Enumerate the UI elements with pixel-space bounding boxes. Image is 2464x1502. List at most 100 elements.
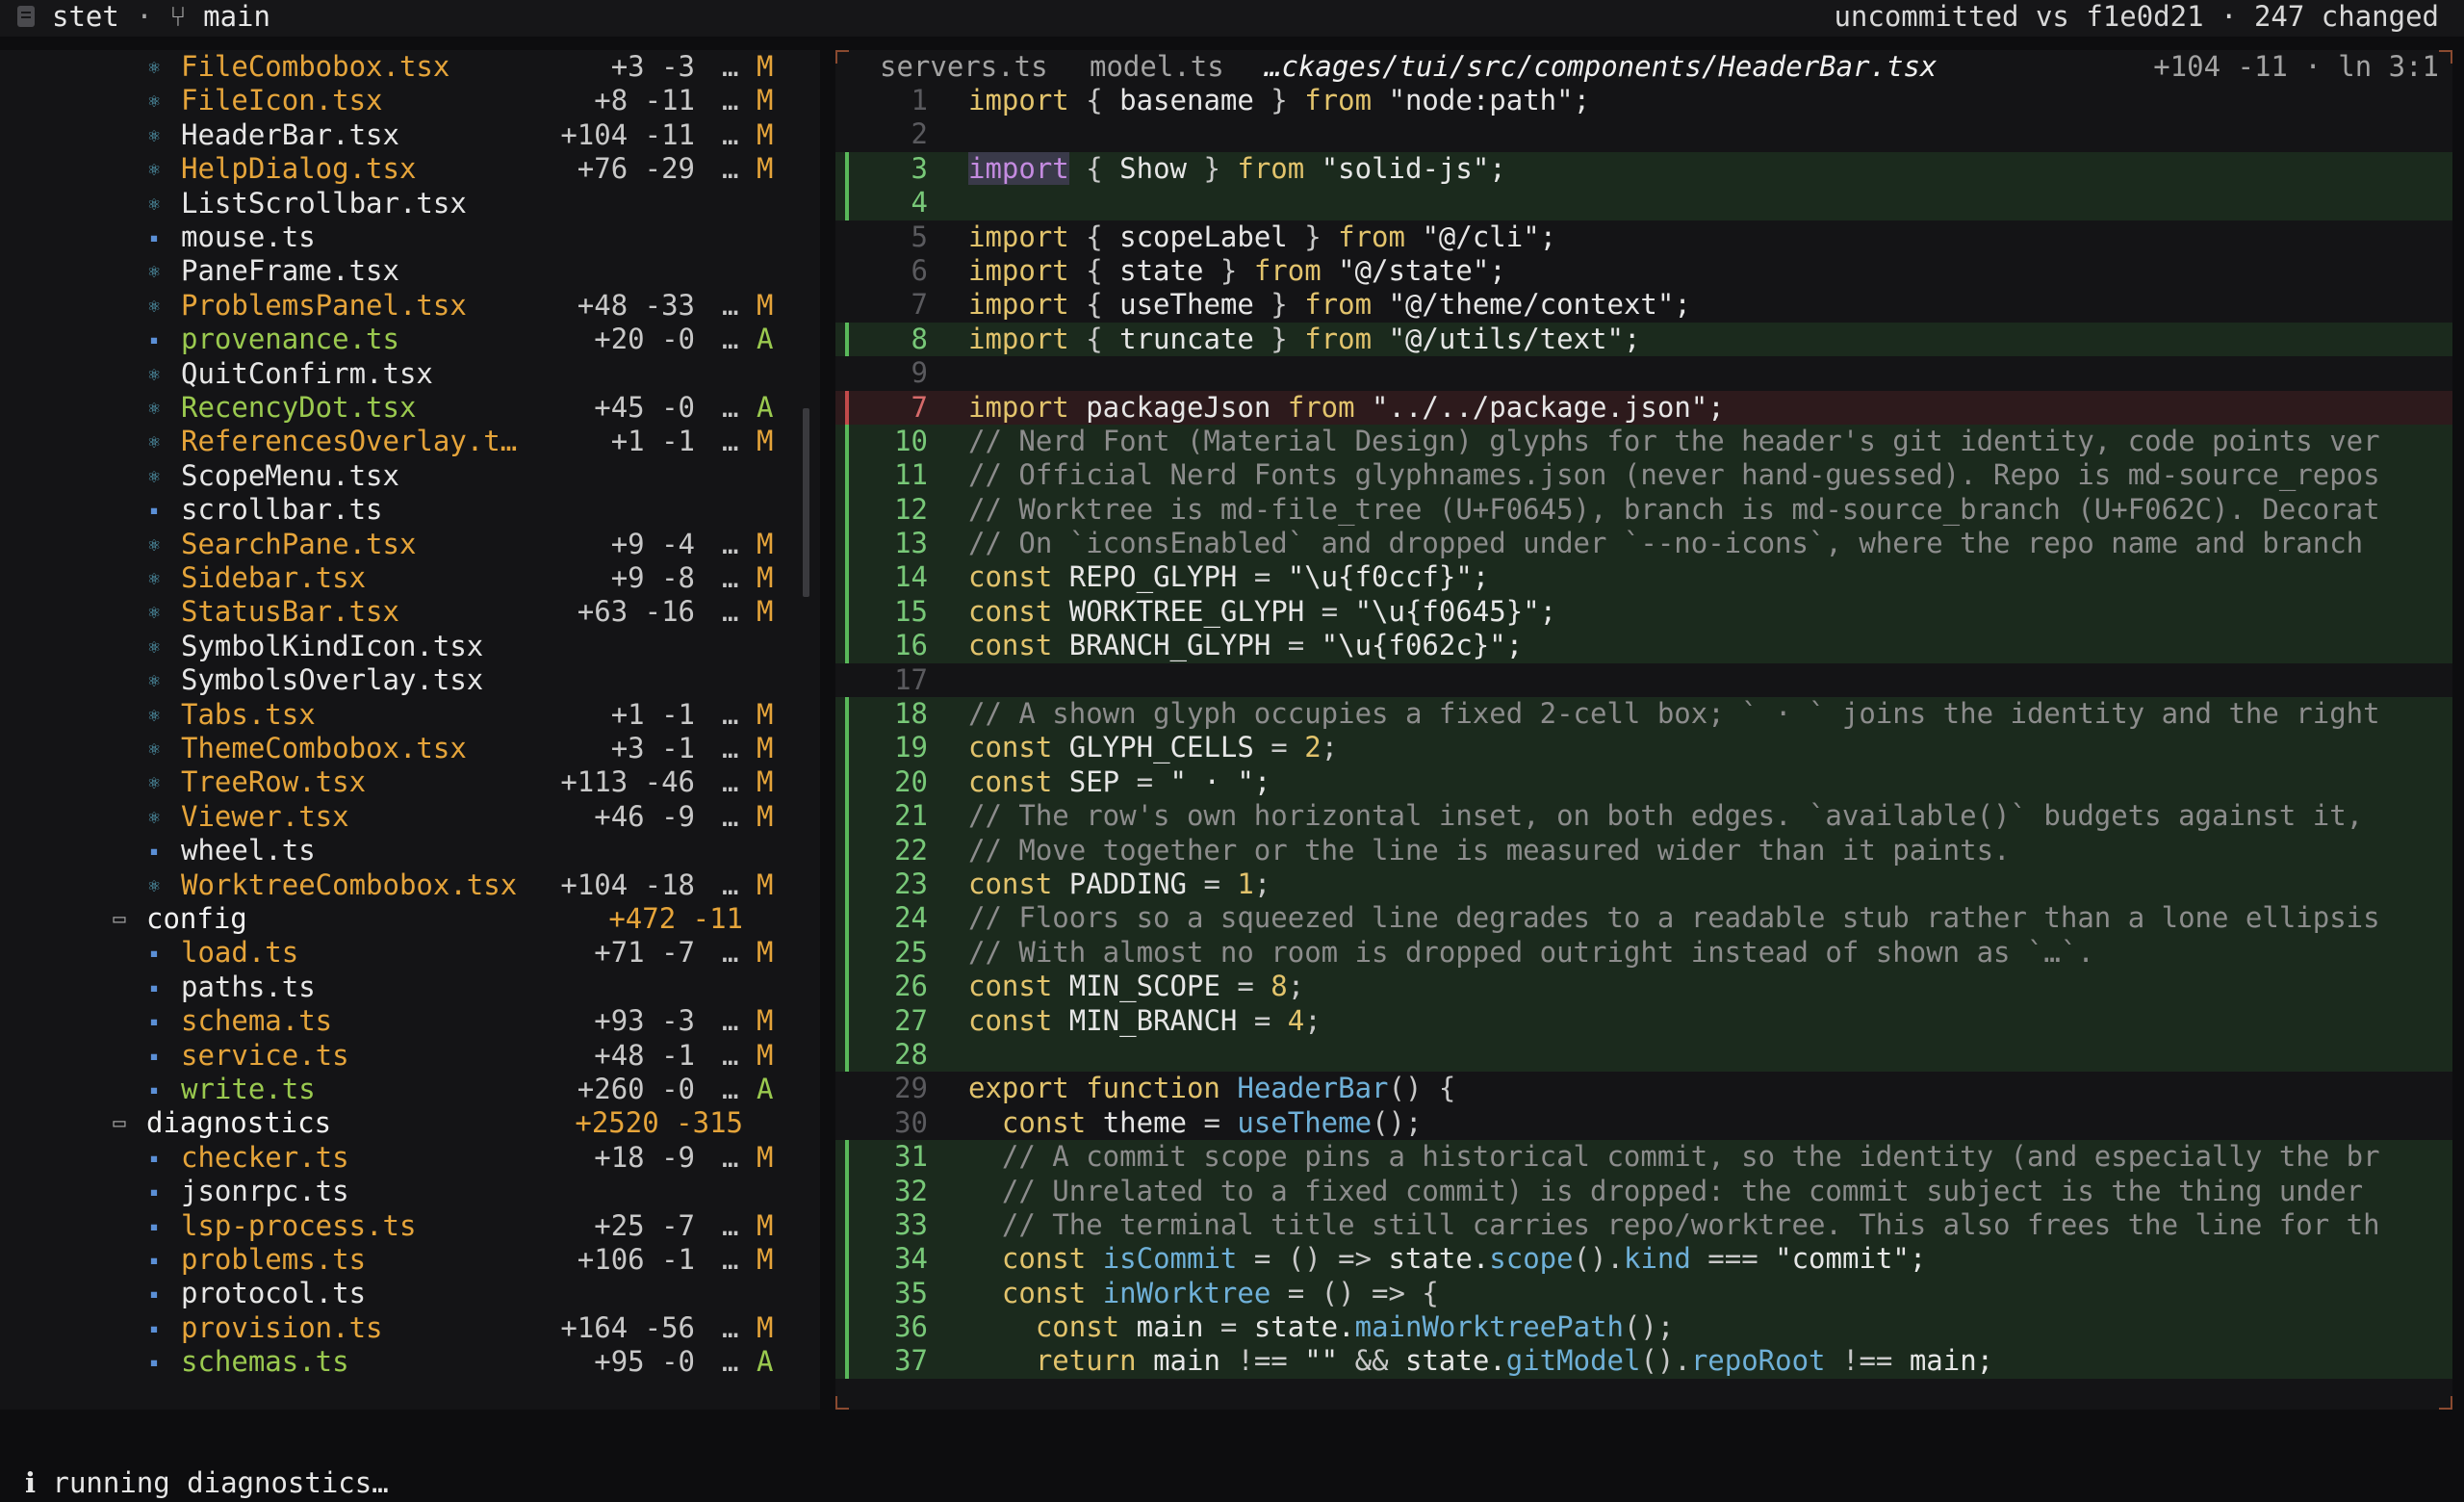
code-line: 5 import { scopeLabel } from "@/cli"; [835,220,2452,254]
app-name: stet [52,0,119,33]
change-stats: +63 -16 [577,595,695,629]
tree-file-row[interactable]: ▪ scrollbar.ts [0,493,789,527]
file-tab[interactable]: model.ts [1090,50,1224,83]
code-text: const BRANCH_GLYPH = "\u{f062c}"; [968,629,1524,662]
tree-item-label: SearchPane.tsx [181,527,417,560]
tree-file-row[interactable]: ⚛ TreeRow.tsx +113 -46 … M [0,765,789,799]
tree-file-row[interactable]: ⚛ QuitConfirm.tsx [0,357,789,391]
tree-file-row[interactable]: ▪ lsp-process.ts +25 -7 … M [0,1209,789,1243]
git-status-badge: A [757,1073,774,1105]
tree-item-label: ThemeCombobox.tsx [181,732,467,764]
tree-item-label: jsonrpc.ts [181,1175,349,1208]
tree-file-row[interactable]: ▪ paths.ts [0,971,789,1004]
code-text: const MIN_SCOPE = 8; [968,970,1305,1003]
file-tree[interactable]: ⚛ FileCombobox.tsx +3 -3 … M ⚛ FileIcon.tsx +8 … [0,50,820,1410]
tree-item-label: config [146,902,247,935]
tree-file-row[interactable]: ⚛ FileIcon.tsx +8 -11 … M [0,84,789,117]
react-file-icon: ⚛ [147,566,161,589]
title-bar: stet · ⑂ main uncommitted vs f1e0d21 · 2… [0,0,2464,37]
tree-file-row[interactable]: ▪ schema.ts +93 -3 … M [0,1004,789,1038]
tree-file-row[interactable]: ⚛ StatusBar.tsx +63 -16 … M [0,595,789,629]
tree-file-row[interactable]: ▪ jsonrpc.ts [0,1175,789,1208]
change-stats: +46 -9 [594,799,695,833]
tree-file-row[interactable]: ▪ protocol.ts [0,1277,789,1310]
tree-file-row[interactable]: ⚛ Tabs.tsx +1 -1 … M [0,698,789,732]
compare-summary[interactable]: uncommitted vs f1e0d21 · 247 changed [1834,0,2439,33]
tree-file-row[interactable]: ⚛ Sidebar.tsx +9 -8 … M [0,561,789,595]
branch-name[interactable]: main [203,0,270,33]
ellipsis-marker: … [722,527,739,560]
file-tab[interactable]: …ckages/tui/src/components/HeaderBar.tsx [1265,50,1937,83]
typescript-file-icon: ▪ [149,228,159,246]
tree-file-row[interactable]: ⚛ ReferencesOverlay.t… +1 -1 … M [0,425,789,458]
code-text: const GLYPH_CELLS = 2; [968,731,1339,764]
tree-folder-row[interactable]: ▭ diagnostics +2520 -315 [0,1106,789,1140]
line-number: 18 [894,697,928,731]
added-code-line: 21 // The row's own horizontal inset, on … [835,799,2452,834]
tree-file-row[interactable]: ⚛ ThemeCombobox.tsx +3 -1 … M [0,732,789,765]
file-tab[interactable]: servers.ts [880,50,1048,83]
tree-file-row[interactable]: ▪ problems.ts +106 -1 … M [0,1243,789,1277]
tree-file-row[interactable]: ▪ checker.ts +18 -9 … M [0,1141,789,1175]
line-number: 15 [894,594,928,628]
change-stats: +260 -0 [577,1073,695,1105]
tree-file-row[interactable]: ▪ wheel.ts [0,834,789,868]
tree-item-label: scrollbar.ts [181,493,383,527]
code-area[interactable]: 1 import { basename } from "node:path"; 2 3… [835,84,2452,1379]
line-number: 31 [894,1140,928,1174]
code-text: // With almost no room is dropped outrig… [968,935,2094,969]
sidebar-scrollbar[interactable] [803,408,809,597]
added-code-line: 18 // A shown glyph occupies a fixed 2-ce… [835,697,2452,732]
tree-file-row[interactable]: ⚛ SymbolsOverlay.tsx [0,663,789,697]
tree-folder-row[interactable]: ▭ config +472 -11 [0,902,789,936]
tree-file-row[interactable]: ⚛ ScopeMenu.tsx [0,459,789,493]
ellipsis-marker: … [722,799,739,833]
typescript-file-icon: ▪ [149,1046,159,1065]
line-number: 3 [911,151,928,185]
tree-file-row[interactable]: ⚛ PaneFrame.tsx [0,254,789,288]
typescript-file-icon: ▪ [149,1318,159,1337]
change-stats: +71 -7 [594,936,695,970]
tree-file-row[interactable]: ▪ service.ts +48 -1 … M [0,1039,789,1073]
tree-file-row[interactable]: ⚛ FileCombobox.tsx +3 -3 … M [0,50,789,84]
tree-file-row[interactable]: ⚛ Viewer.tsx +46 -9 … M [0,800,789,834]
tree-file-row[interactable]: ▪ schemas.ts +95 -0 … A [0,1345,789,1379]
folder-open-icon: ▭ [113,1111,126,1136]
git-status-badge: M [757,561,774,594]
code-text: const PADDING = 1; [968,867,1271,900]
tree-file-row[interactable]: ▪ mouse.ts [0,220,789,254]
tree-file-row[interactable]: ⚛ ListScrollbar.tsx [0,187,789,220]
ellipsis-marker: … [722,1208,739,1242]
typescript-file-icon: ▪ [149,1182,159,1202]
tree-item-label: HeaderBar.tsx [181,117,399,151]
tree-item-label: Sidebar.tsx [181,561,367,594]
line-number: 22 [894,833,928,867]
tree-file-row[interactable]: ⚛ ProblemsPanel.tsx +48 -33 … M [0,289,789,323]
tree-file-row[interactable]: ⚛ SymbolKindIcon.tsx [0,630,789,663]
code-line: 2 [835,117,2452,151]
line-number: 28 [894,1037,928,1071]
code-line: 9 [835,356,2452,390]
code-text: // A commit scope pins a historical comm… [968,1140,2380,1174]
tree-file-row[interactable]: ⚛ HeaderBar.tsx +104 -11 … M [0,118,789,152]
tree-file-row[interactable]: ⚛ WorktreeCombobox.tsx +104 -18 … M [0,868,789,902]
tree-file-row[interactable]: ⚛ HelpDialog.tsx +76 -29 … M [0,152,789,186]
line-number: 20 [894,764,928,798]
code-text: const REPO_GLYPH = "\u{f0ccf}"; [968,560,1490,594]
tree-file-row[interactable]: ▪ load.ts +71 -7 … M [0,936,789,970]
tree-item-label: mouse.ts [181,220,316,253]
tree-file-row[interactable]: ⚛ RecencyDot.tsx +45 -0 … A [0,391,789,425]
tree-file-row[interactable]: ▪ write.ts +260 -0 … A [0,1073,789,1106]
change-stats: +472 -11 [608,902,743,935]
tree-file-row[interactable]: ▪ provenance.ts +20 -0 … A [0,323,789,356]
code-line: 7 import { useTheme } from "@/theme/conte… [835,288,2452,322]
tree-item-label: RecencyDot.tsx [181,391,417,424]
typescript-file-icon: ▪ [149,944,159,963]
diff-viewer[interactable]: +104 -11 · ln 3:1 servers.ts model.ts …cka… [835,50,2452,1410]
code-text: const MIN_BRANCH = 4; [968,1003,1322,1037]
tree-file-row[interactable]: ⚛ SearchPane.tsx +9 -4 … M [0,528,789,561]
ellipsis-marker: … [722,697,739,731]
react-file-icon: ⚛ [147,191,161,215]
tree-file-row[interactable]: ▪ provision.ts +164 -56 … M [0,1311,789,1345]
ellipsis-marker: … [722,1038,739,1072]
